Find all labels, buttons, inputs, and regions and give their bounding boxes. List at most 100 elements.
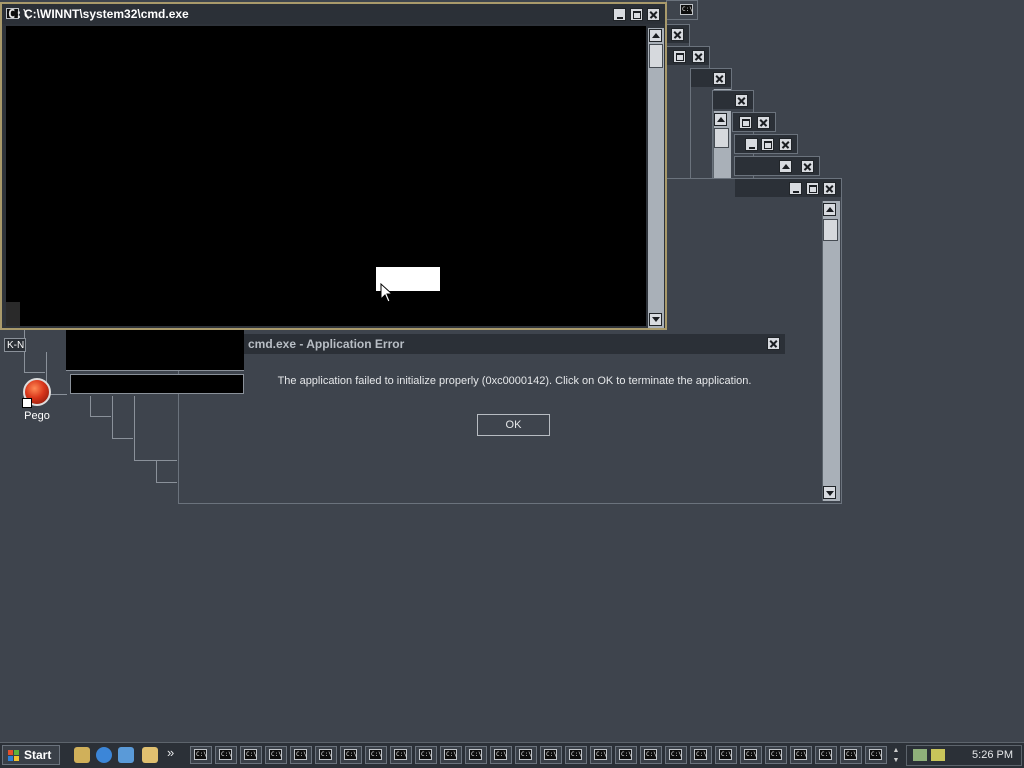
close-button[interactable] [713, 72, 726, 85]
clock[interactable]: 5:26 PM [972, 749, 1013, 761]
cmd-icon: C:\ [344, 749, 357, 760]
cmd-icon: C:\ [219, 749, 232, 760]
close-button[interactable] [647, 8, 660, 21]
scroll-up-button[interactable] [779, 160, 792, 173]
minimize-button[interactable] [745, 138, 758, 151]
taskbar-cmd-button[interactable]: C:\ [215, 746, 237, 764]
cascaded-window-1[interactable]: C:\ [666, 0, 698, 20]
ghost-frame [112, 396, 133, 439]
maximize-button[interactable] [739, 116, 752, 129]
taskbar-cmd-button[interactable]: C:\ [490, 746, 512, 764]
cascaded-window-8[interactable] [734, 156, 820, 176]
taskbar-cmd-button[interactable]: C:\ [790, 746, 812, 764]
taskbar-cmd-button[interactable]: C:\ [840, 746, 862, 764]
taskbar-cmd-button[interactable]: C:\ [290, 746, 312, 764]
taskbar-cmd-button[interactable]: C:\ [815, 746, 837, 764]
minimize-button[interactable] [613, 8, 626, 21]
ghost-frame [90, 396, 111, 417]
ok-button[interactable]: OK [477, 414, 550, 436]
cmd-window[interactable]: C:\ C:\WINNT\system32\cmd.exe [0, 2, 667, 330]
console-fragment [70, 374, 244, 394]
system-tray: 5:26 PM [906, 745, 1022, 766]
close-button[interactable] [779, 138, 792, 151]
taskbar-cmd-button[interactable]: C:\ [240, 746, 262, 764]
minimize-button[interactable] [789, 182, 802, 195]
taskbar-cmd-button[interactable]: C:\ [315, 746, 337, 764]
outlook-express-icon[interactable] [118, 747, 134, 763]
cmd-icon: C:\ [319, 749, 332, 760]
windows-explorer-icon[interactable] [142, 747, 158, 763]
close-button[interactable] [801, 160, 814, 173]
maximize-button[interactable] [761, 138, 774, 151]
maximize-button[interactable] [673, 50, 686, 63]
taskbar-cmd-button[interactable]: C:\ [465, 746, 487, 764]
maximize-button[interactable] [806, 182, 819, 195]
taskbar-cmd-button[interactable]: C:\ [715, 746, 737, 764]
start-button[interactable]: Start [2, 745, 60, 765]
taskbar-cmd-button[interactable]: C:\ [190, 746, 212, 764]
maximize-button[interactable] [630, 8, 643, 21]
close-button[interactable] [757, 116, 770, 129]
cmd-icon: C:\ [744, 749, 757, 760]
taskbar-cmd-button[interactable]: C:\ [340, 746, 362, 764]
close-button[interactable] [692, 50, 705, 63]
taskbar-cmd-button[interactable]: C:\ [740, 746, 762, 764]
start-label: Start [24, 748, 52, 762]
taskbar-cmd-button[interactable]: C:\ [865, 746, 887, 764]
ghost-frame [156, 460, 177, 483]
cmd-icon: C:\ [469, 749, 482, 760]
scroll-up-button[interactable] [649, 29, 662, 42]
close-button[interactable] [767, 337, 780, 350]
taskbar-cmd-button[interactable]: C:\ [565, 746, 587, 764]
ghost-frame [24, 330, 45, 373]
quick-launch-chevron[interactable]: » [167, 745, 174, 760]
cmd-icon: C:\ [619, 749, 632, 760]
taskbar-cmd-button[interactable]: C:\ [590, 746, 612, 764]
cmd-icon: C:\ [719, 749, 732, 760]
network-icon[interactable] [913, 749, 927, 761]
taskbar-cmd-button[interactable]: C:\ [540, 746, 562, 764]
cascaded-window-6[interactable] [732, 112, 776, 132]
taskbar-scroll-down[interactable]: ▼ [890, 756, 902, 765]
taskbar-cmd-button[interactable]: C:\ [515, 746, 537, 764]
taskbar-cmd-button[interactable]: C:\ [415, 746, 437, 764]
close-button[interactable] [823, 182, 836, 195]
taskbar-cmd-button[interactable]: C:\ [615, 746, 637, 764]
scroll-down-button[interactable] [649, 313, 662, 326]
taskbar-cmd-button[interactable]: C:\ [690, 746, 712, 764]
error-dialog[interactable]: cmd.exe - Application Error The applicat… [244, 334, 785, 444]
console-area[interactable] [6, 26, 646, 326]
taskbar-scroll-up[interactable]: ▲ [890, 746, 902, 755]
desktop-icon-pego[interactable]: Pego [20, 378, 54, 422]
cmd-icon: C:\ [244, 749, 257, 760]
desktop-partial-label[interactable]: K-N [4, 338, 26, 352]
taskbar-cmd-button[interactable]: C:\ [390, 746, 412, 764]
cmd-icon: C:\ [644, 749, 657, 760]
cmd-icon: C:\ [769, 749, 782, 760]
taskbar-cmd-button[interactable]: C:\ [665, 746, 687, 764]
cascaded-window-7[interactable] [734, 134, 798, 154]
cmd-titlebar[interactable]: C:\ C:\WINNT\system32\cmd.exe [2, 4, 665, 24]
cmd-icon: C:\ [419, 749, 432, 760]
error-dialog-titlebar[interactable]: cmd.exe - Application Error [244, 334, 785, 354]
volume-icon[interactable] [931, 749, 945, 761]
mouse-pointer-icon [380, 283, 394, 303]
scrollbar[interactable] [822, 201, 840, 501]
shortcut-arrow-icon [22, 398, 32, 408]
console-scrollbar[interactable] [648, 28, 664, 328]
show-desktop-icon[interactable] [74, 747, 90, 763]
taskbar: Start » ▲ ▼ 5:26 PM C:\ C:\ C:\ C:\ C:\ C:\ C:… [0, 742, 1024, 768]
cmd-icon: C:\ [594, 749, 607, 760]
taskbar-cmd-button[interactable]: C:\ [640, 746, 662, 764]
taskbar-cmd-button[interactable]: C:\ [265, 746, 287, 764]
taskbar-cmd-button[interactable]: C:\ [365, 746, 387, 764]
cmd-icon: C:\ [794, 749, 807, 760]
scroll-thumb[interactable] [649, 44, 663, 68]
taskbar-cmd-button[interactable]: C:\ [440, 746, 462, 764]
close-button[interactable] [671, 28, 684, 41]
close-button[interactable] [735, 94, 748, 107]
cmd-icon: C:\ [494, 749, 507, 760]
cmd-icon: C:\ [444, 749, 457, 760]
taskbar-cmd-button[interactable]: C:\ [765, 746, 787, 764]
internet-explorer-icon[interactable] [96, 747, 112, 763]
